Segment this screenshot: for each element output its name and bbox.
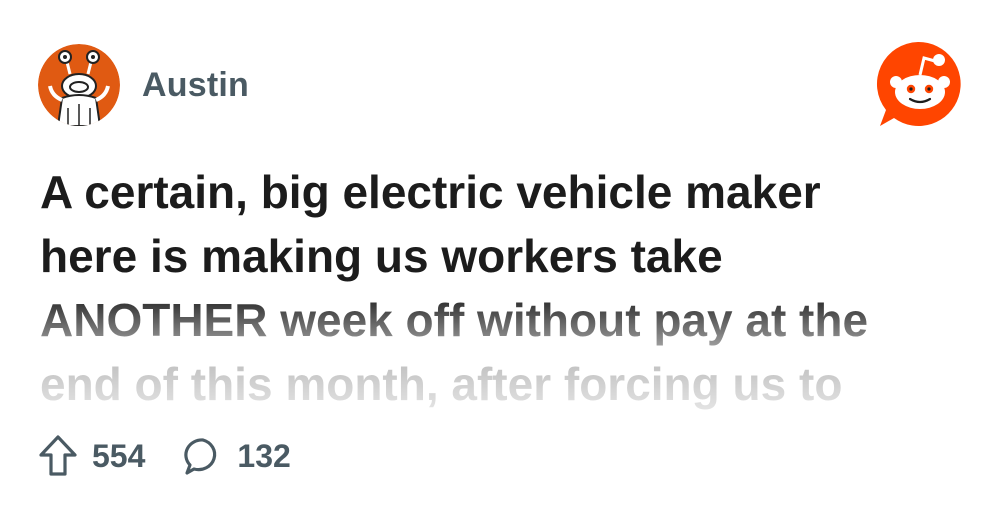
author-name[interactable]: Austin (142, 66, 249, 105)
alien-robot-avatar-icon (38, 44, 120, 126)
reddit-logo-icon (876, 41, 961, 126)
upvote-count: 554 (92, 437, 146, 474)
avatar[interactable] (38, 44, 120, 126)
upvote-arrow-icon (39, 435, 77, 476)
post-title-line: ANOTHER week off without pay at the (40, 294, 869, 346)
post-actions: 554 132 (38, 434, 291, 478)
post-header: Austin (38, 44, 249, 126)
upvote-button[interactable]: 554 (38, 434, 145, 478)
post-title-line: end of this month, after forcing us to (40, 358, 843, 410)
comment-count: 132 (237, 437, 291, 474)
post-title[interactable]: A certain, big electric vehicle maker he… (40, 160, 970, 416)
speech-bubble-icon (184, 438, 217, 475)
comments-button[interactable]: 132 (183, 436, 291, 476)
post-title-line: A certain, big electric vehicle maker (40, 166, 821, 218)
post-card: Austin A certain, big electric vehicle m… (0, 0, 1000, 521)
post-title-line: here is making us workers take (40, 230, 723, 282)
